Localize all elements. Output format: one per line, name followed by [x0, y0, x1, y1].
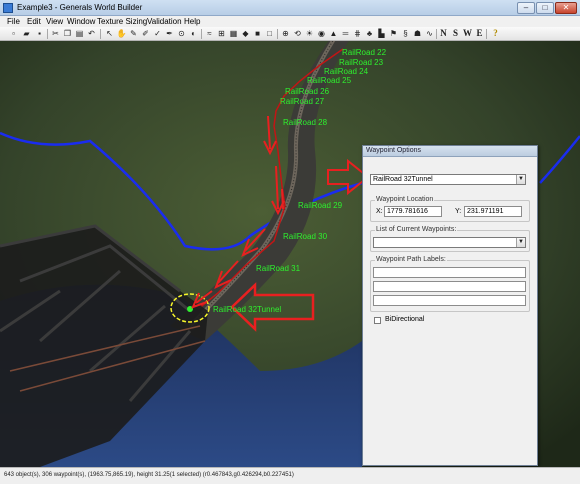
copy-icon[interactable]: ❐	[62, 28, 73, 39]
texture-icon[interactable]: ◆	[240, 28, 251, 39]
grid-icon[interactable]: ⊞	[216, 28, 227, 39]
compass-east-button[interactable]: E	[474, 28, 485, 39]
road-icon[interactable]: ═	[340, 28, 351, 39]
waypoint-label[interactable]: RailRoad 29	[298, 201, 342, 210]
path-arrow	[281, 188, 284, 210]
object-icon[interactable]: ■	[252, 28, 263, 39]
menu-edit[interactable]: Edit	[27, 17, 41, 26]
area-icon[interactable]: □	[264, 28, 275, 39]
toolbar: ▫ ▰ ▪ ✂ ❐ ▤ ↶ ↖ ✋ ✎ ✐ ✓ ✒ ⊙ ◐ ≈ ⊞ ▦ ◆ ■ …	[0, 27, 580, 41]
current-waypoints-dropdown[interactable]: ▼	[373, 237, 526, 248]
checker-icon[interactable]: ▦	[228, 28, 239, 39]
waypoint-label[interactable]: RailRoad 26	[285, 87, 329, 96]
toolbar-separator	[486, 29, 487, 39]
path-label-field-2[interactable]	[373, 281, 526, 292]
open-folder-icon[interactable]: ▰	[21, 28, 32, 39]
paint-icon[interactable]: ✓	[152, 28, 163, 39]
waypoint-label[interactable]: RailRoad 25	[307, 76, 351, 85]
compass-north-button[interactable]: N	[438, 28, 449, 39]
waypoint-path-labels-group: Waypoint Path Labels:	[370, 256, 530, 312]
select-pointer-icon[interactable]: ↖	[104, 28, 115, 39]
current-waypoints-label: List of Current Waypoints:	[375, 226, 458, 233]
terrain-icon[interactable]: ▲	[328, 28, 339, 39]
waypoint-options-dialog: Waypoint Options RailRoad 32Tunnel ▼ Way…	[362, 145, 538, 466]
undo-icon[interactable]: ↶	[86, 28, 97, 39]
toolbar-separator	[201, 29, 202, 39]
fence-icon[interactable]: ⋕	[352, 28, 363, 39]
y-coordinate-field[interactable]: 231.971191	[464, 206, 522, 217]
waypoint-icon[interactable]: ⊙	[176, 28, 187, 39]
dialog-title: Waypoint Options	[366, 147, 421, 154]
help-button[interactable]: ?	[490, 28, 501, 39]
x-coordinate-value: 1779.781616	[387, 208, 428, 215]
building-icon[interactable]: ▙	[376, 28, 387, 39]
team-icon[interactable]: ☗	[412, 28, 423, 39]
chevron-down-icon[interactable]: ▼	[516, 175, 525, 184]
flag-icon[interactable]: ⚑	[388, 28, 399, 39]
compass-south-button[interactable]: S	[450, 28, 461, 39]
waypoint-label[interactable]: RailRoad 32Tunnel	[213, 305, 281, 314]
menu-validation[interactable]: Validation	[147, 17, 182, 26]
compass-west-button[interactable]: W	[462, 28, 473, 39]
toolbar-separator	[47, 29, 48, 39]
bidirectional-checkbox[interactable]	[374, 317, 381, 324]
waypoint-label[interactable]: RailRoad 30	[283, 232, 327, 241]
maximize-button[interactable]: □	[536, 2, 554, 14]
light-icon[interactable]: ☀	[304, 28, 315, 39]
dropper-icon[interactable]: ✒	[164, 28, 175, 39]
app-icon	[3, 3, 13, 13]
paste-icon[interactable]: ▤	[74, 28, 85, 39]
minimize-button[interactable]: –	[517, 2, 535, 14]
status-bar: 643 object(s), 306 waypoint(s), (1963.75…	[0, 467, 580, 484]
waypoint-label[interactable]: RailRoad 24	[324, 67, 368, 76]
bidirectional-label: BiDirectional	[385, 316, 425, 323]
waypoint-label[interactable]: RailRoad 27	[280, 97, 324, 106]
chevron-down-icon[interactable]: ▼	[516, 238, 525, 247]
toolbar-separator	[436, 29, 437, 39]
menu-view[interactable]: View	[46, 17, 63, 26]
path-label-field-1[interactable]	[373, 267, 526, 278]
menu-texture-sizing[interactable]: Texture Sizing	[97, 17, 147, 26]
script-icon[interactable]: §	[400, 28, 411, 39]
waypoint-label[interactable]: RailRoad 22	[342, 48, 386, 57]
menu-bar: File Edit View Window Texture Sizing Val…	[0, 16, 580, 27]
y-coordinate-value: 231.971191	[467, 208, 504, 215]
status-text: 643 object(s), 306 waypoint(s), (1963.75…	[4, 472, 294, 478]
wave-icon[interactable]: ∿	[424, 28, 435, 39]
waypoint-location-label: Waypoint Location	[375, 196, 435, 203]
waypoint-name-dropdown[interactable]: RailRoad 32Tunnel ▼	[370, 174, 526, 185]
hand-icon[interactable]: ✋	[116, 28, 127, 39]
waypoint-path-labels-label: Waypoint Path Labels:	[375, 256, 447, 263]
x-label: X:	[376, 208, 383, 215]
toolbar-separator	[100, 29, 101, 39]
save-icon[interactable]: ▪	[34, 28, 45, 39]
dialog-title-bar[interactable]: Waypoint Options	[363, 146, 537, 157]
toolbar-separator	[277, 29, 278, 39]
x-coordinate-field[interactable]: 1779.781616	[384, 206, 442, 217]
waypoint-name-value: RailRoad 32Tunnel	[373, 176, 433, 183]
rotate-icon[interactable]: ⟲	[292, 28, 303, 39]
current-waypoints-group: List of Current Waypoints: ▼	[370, 226, 530, 252]
menu-window[interactable]: Window	[67, 17, 95, 26]
waypoint-label[interactable]: RailRoad 23	[339, 58, 383, 67]
window-title: Example3 - Generals World Builder	[17, 3, 143, 12]
ramp-icon[interactable]: ◐	[188, 28, 199, 39]
waypoint-label[interactable]: RailRoad 28	[283, 118, 327, 127]
brush-icon[interactable]: ✎	[128, 28, 139, 39]
camera-icon[interactable]: ◉	[316, 28, 327, 39]
title-bar: Example3 - Generals World Builder – □ ✕	[0, 0, 580, 16]
water-icon[interactable]: ≈	[204, 28, 215, 39]
menu-file[interactable]: File	[7, 17, 20, 26]
cut-icon[interactable]: ✂	[50, 28, 61, 39]
y-label: Y:	[455, 208, 462, 215]
menu-help[interactable]: Help	[184, 17, 200, 26]
new-file-icon[interactable]: ▫	[8, 28, 19, 39]
waypoint-label[interactable]: RailRoad 31	[256, 264, 300, 273]
feather-icon[interactable]: ✐	[140, 28, 151, 39]
waypoint-location-group: Waypoint Location X: 1779.781616 Y: 231.…	[370, 196, 530, 222]
path-label-field-3[interactable]	[373, 295, 526, 306]
close-button[interactable]: ✕	[555, 2, 577, 14]
zoom-icon[interactable]: ⊕	[280, 28, 291, 39]
tree-icon[interactable]: ♣	[364, 28, 375, 39]
